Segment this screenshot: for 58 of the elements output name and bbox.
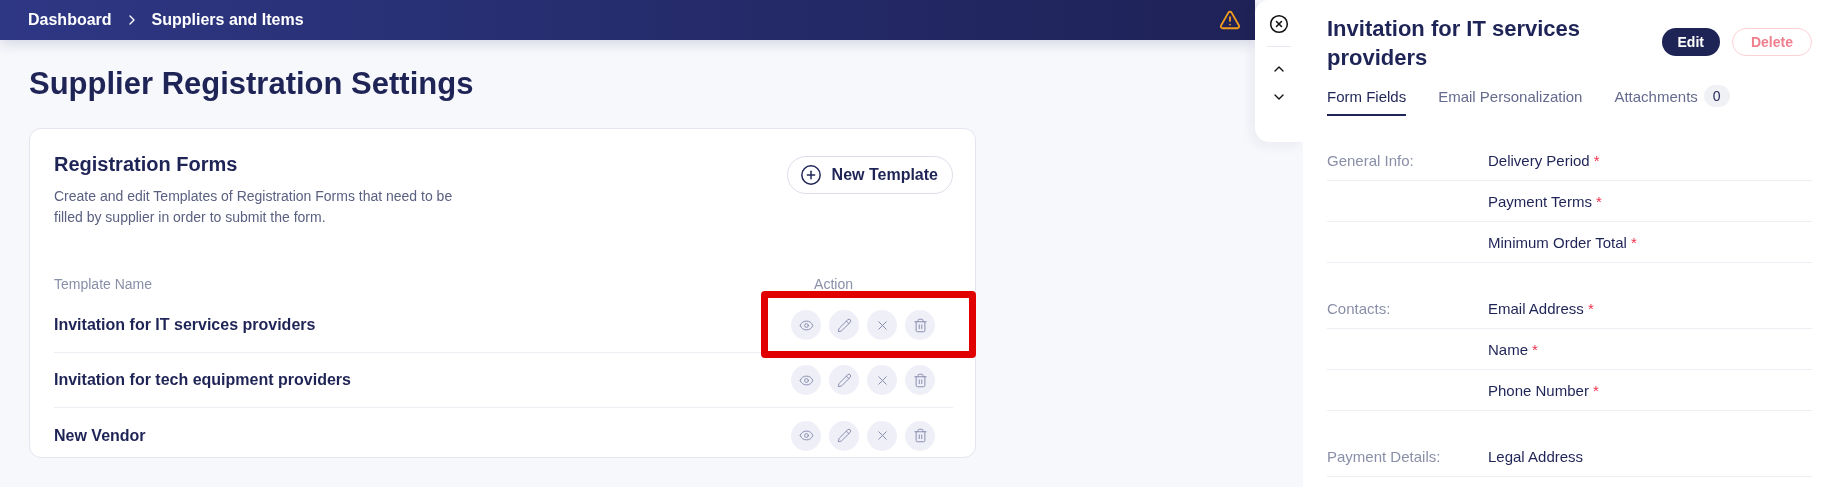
pencil-icon <box>836 317 852 333</box>
column-header: Template Name <box>54 276 153 294</box>
warning-icon[interactable] <box>1219 9 1241 31</box>
field-name: Name <box>1488 340 1528 358</box>
tab[interactable]: Attachments 0 <box>1614 84 1730 116</box>
eye-icon <box>798 317 814 333</box>
required-mark: * <box>1630 233 1637 251</box>
template-name: Invitation for tech equipment providers <box>54 371 351 389</box>
required-mark: * <box>1595 192 1602 210</box>
delete-button[interactable] <box>905 310 935 340</box>
column-header: Action <box>814 276 853 294</box>
tab[interactable]: Email Personalization <box>1438 84 1583 116</box>
pencil-icon <box>836 428 852 443</box>
view-button[interactable] <box>791 310 821 340</box>
trash-icon <box>912 428 928 443</box>
cancel-button[interactable] <box>867 365 897 395</box>
template-name: Invitation for IT services providers <box>54 316 316 334</box>
template-name: New Vendor <box>54 426 146 445</box>
edit-button[interactable] <box>829 310 859 340</box>
section-label: Payment Details: <box>1327 447 1442 465</box>
delete-button[interactable] <box>905 365 935 395</box>
trash-icon <box>912 317 928 333</box>
edit-button[interactable] <box>829 365 859 395</box>
section-label: Contacts: <box>1327 299 1392 317</box>
section-label: General Info: <box>1327 151 1415 169</box>
card-description: Create and edit Templates of Registration Forms that need to be filled by supplier in order to submit the form. <box>54 187 454 227</box>
required-mark: * <box>1592 381 1599 399</box>
card-title: Registration Forms <box>54 153 239 176</box>
pencil-icon <box>836 372 852 388</box>
field-name: Legal Address <box>1488 447 1584 465</box>
new-template-button[interactable]: New Template <box>786 156 953 194</box>
eye-icon <box>798 372 814 388</box>
trash-icon <box>912 372 928 388</box>
panel-title: Invitation for IT services providers <box>1327 15 1582 72</box>
cancel-button[interactable] <box>867 310 897 340</box>
plus-circle-icon <box>799 164 822 186</box>
field-name: Payment Terms <box>1488 192 1592 210</box>
required-mark: * <box>1532 340 1538 358</box>
page-title: Supplier Registration Settings <box>29 66 475 102</box>
field-name: Delivery Period <box>1488 151 1590 169</box>
breadcrumb-link[interactable]: Suppliers and Items <box>151 11 304 29</box>
tab[interactable]: Form Fields <box>1327 84 1407 116</box>
required-mark: * <box>1587 299 1594 317</box>
eye-icon <box>798 428 814 443</box>
close-button[interactable] <box>1269 14 1289 34</box>
field-name: Email Address <box>1488 299 1584 317</box>
view-button[interactable] <box>791 365 821 395</box>
view-button[interactable] <box>791 420 821 451</box>
cancel-button[interactable] <box>867 420 897 451</box>
field-name: Phone Number <box>1488 381 1589 399</box>
count-badge: 0 <box>1703 85 1730 107</box>
field-name: Minimum Order Total <box>1488 233 1627 251</box>
delete-button[interactable] <box>905 420 935 451</box>
required-mark: * <box>1593 151 1600 169</box>
edit-button[interactable] <box>829 420 859 451</box>
close-icon <box>1269 14 1289 34</box>
breadcrumb-link[interactable]: Dashboard <box>28 11 112 29</box>
edit-button[interactable]: Edit <box>1661 28 1720 56</box>
